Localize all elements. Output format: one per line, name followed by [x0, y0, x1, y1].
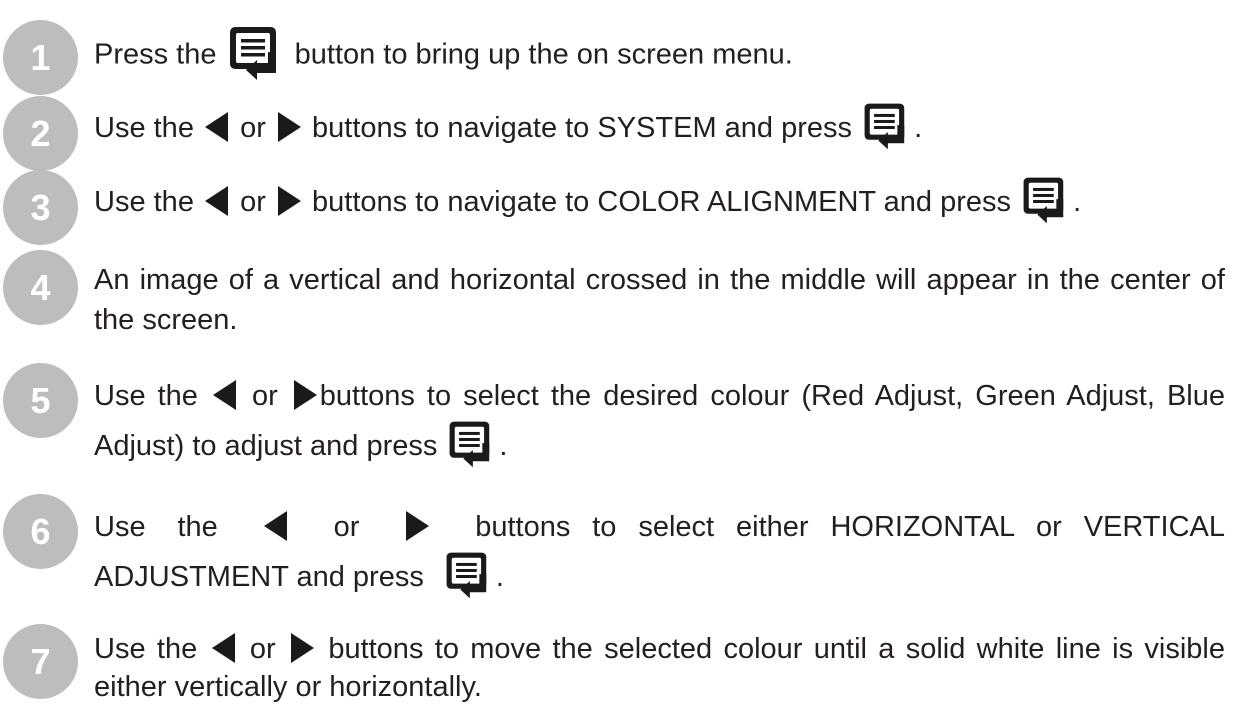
- step-number-badge: 5: [3, 363, 78, 438]
- step-text-part: .: [495, 561, 504, 593]
- left-arrow-icon: [211, 633, 236, 664]
- step-text-part: Press the: [94, 38, 217, 71]
- menu-button-icon: [444, 550, 494, 600]
- step-text-part: or: [333, 511, 360, 543]
- right-arrow-icon: [290, 633, 314, 664]
- step-text-part: buttons to navigate to COLOR ALIGNMENT a…: [312, 186, 1012, 218]
- menu-button-icon: [227, 24, 285, 82]
- left-arrow-icon: [263, 511, 288, 542]
- step-text-part: or: [251, 380, 278, 412]
- left-arrow-icon: [205, 112, 229, 143]
- step-text-part: buttons to navigate to SYSTEM and press: [312, 112, 853, 144]
- step-text-part: An image of a vertical and horizontal cr…: [94, 264, 1225, 336]
- step-text-part: Use the: [94, 112, 194, 144]
- step-text-part: Use the: [94, 186, 194, 218]
- left-arrow-icon: [205, 186, 229, 217]
- menu-button-icon: [1021, 175, 1071, 225]
- step-text: An image of a vertical and horizontal cr…: [94, 260, 1225, 340]
- step-text: Press the button to bring up the on scre…: [94, 27, 1225, 82]
- step-text-part: Use the: [94, 633, 198, 665]
- step-number-badge: 1: [3, 20, 78, 95]
- step-text: Use the or buttons to navigate to COLOR …: [94, 177, 1225, 225]
- step-text-part: or: [240, 112, 266, 144]
- left-arrow-icon: [212, 380, 237, 411]
- step-text: Use the or buttons to select either HORI…: [94, 502, 1225, 602]
- right-arrow-icon: [293, 380, 317, 411]
- step-text-part: Use the: [94, 380, 198, 412]
- step-text-part: .: [914, 112, 923, 144]
- step-text: Use the or buttons to move the selected …: [94, 630, 1225, 706]
- step-text: Use the or buttons to navigate to SYSTEM…: [94, 103, 1225, 151]
- right-arrow-icon: [277, 112, 301, 143]
- step-text-part: button to bring up the on screen menu.: [294, 38, 793, 71]
- step-number-badge: 4: [3, 250, 78, 325]
- step-number-badge: 2: [3, 96, 78, 171]
- menu-button-icon: [862, 101, 912, 151]
- step-text-part: .: [499, 430, 508, 462]
- step-text-part: or: [240, 186, 266, 218]
- step-text: Use the or buttons to select the desired…: [94, 371, 1225, 471]
- step-number-badge: 3: [3, 170, 78, 245]
- step-text-part: .: [1073, 186, 1082, 218]
- menu-button-icon: [447, 419, 497, 469]
- step-text-part: Use the: [94, 511, 218, 543]
- step-text-part: or: [249, 633, 276, 665]
- step-number-badge: 7: [3, 624, 78, 699]
- right-arrow-icon: [405, 511, 430, 542]
- step-number-badge: 6: [3, 494, 78, 569]
- right-arrow-icon: [277, 186, 301, 217]
